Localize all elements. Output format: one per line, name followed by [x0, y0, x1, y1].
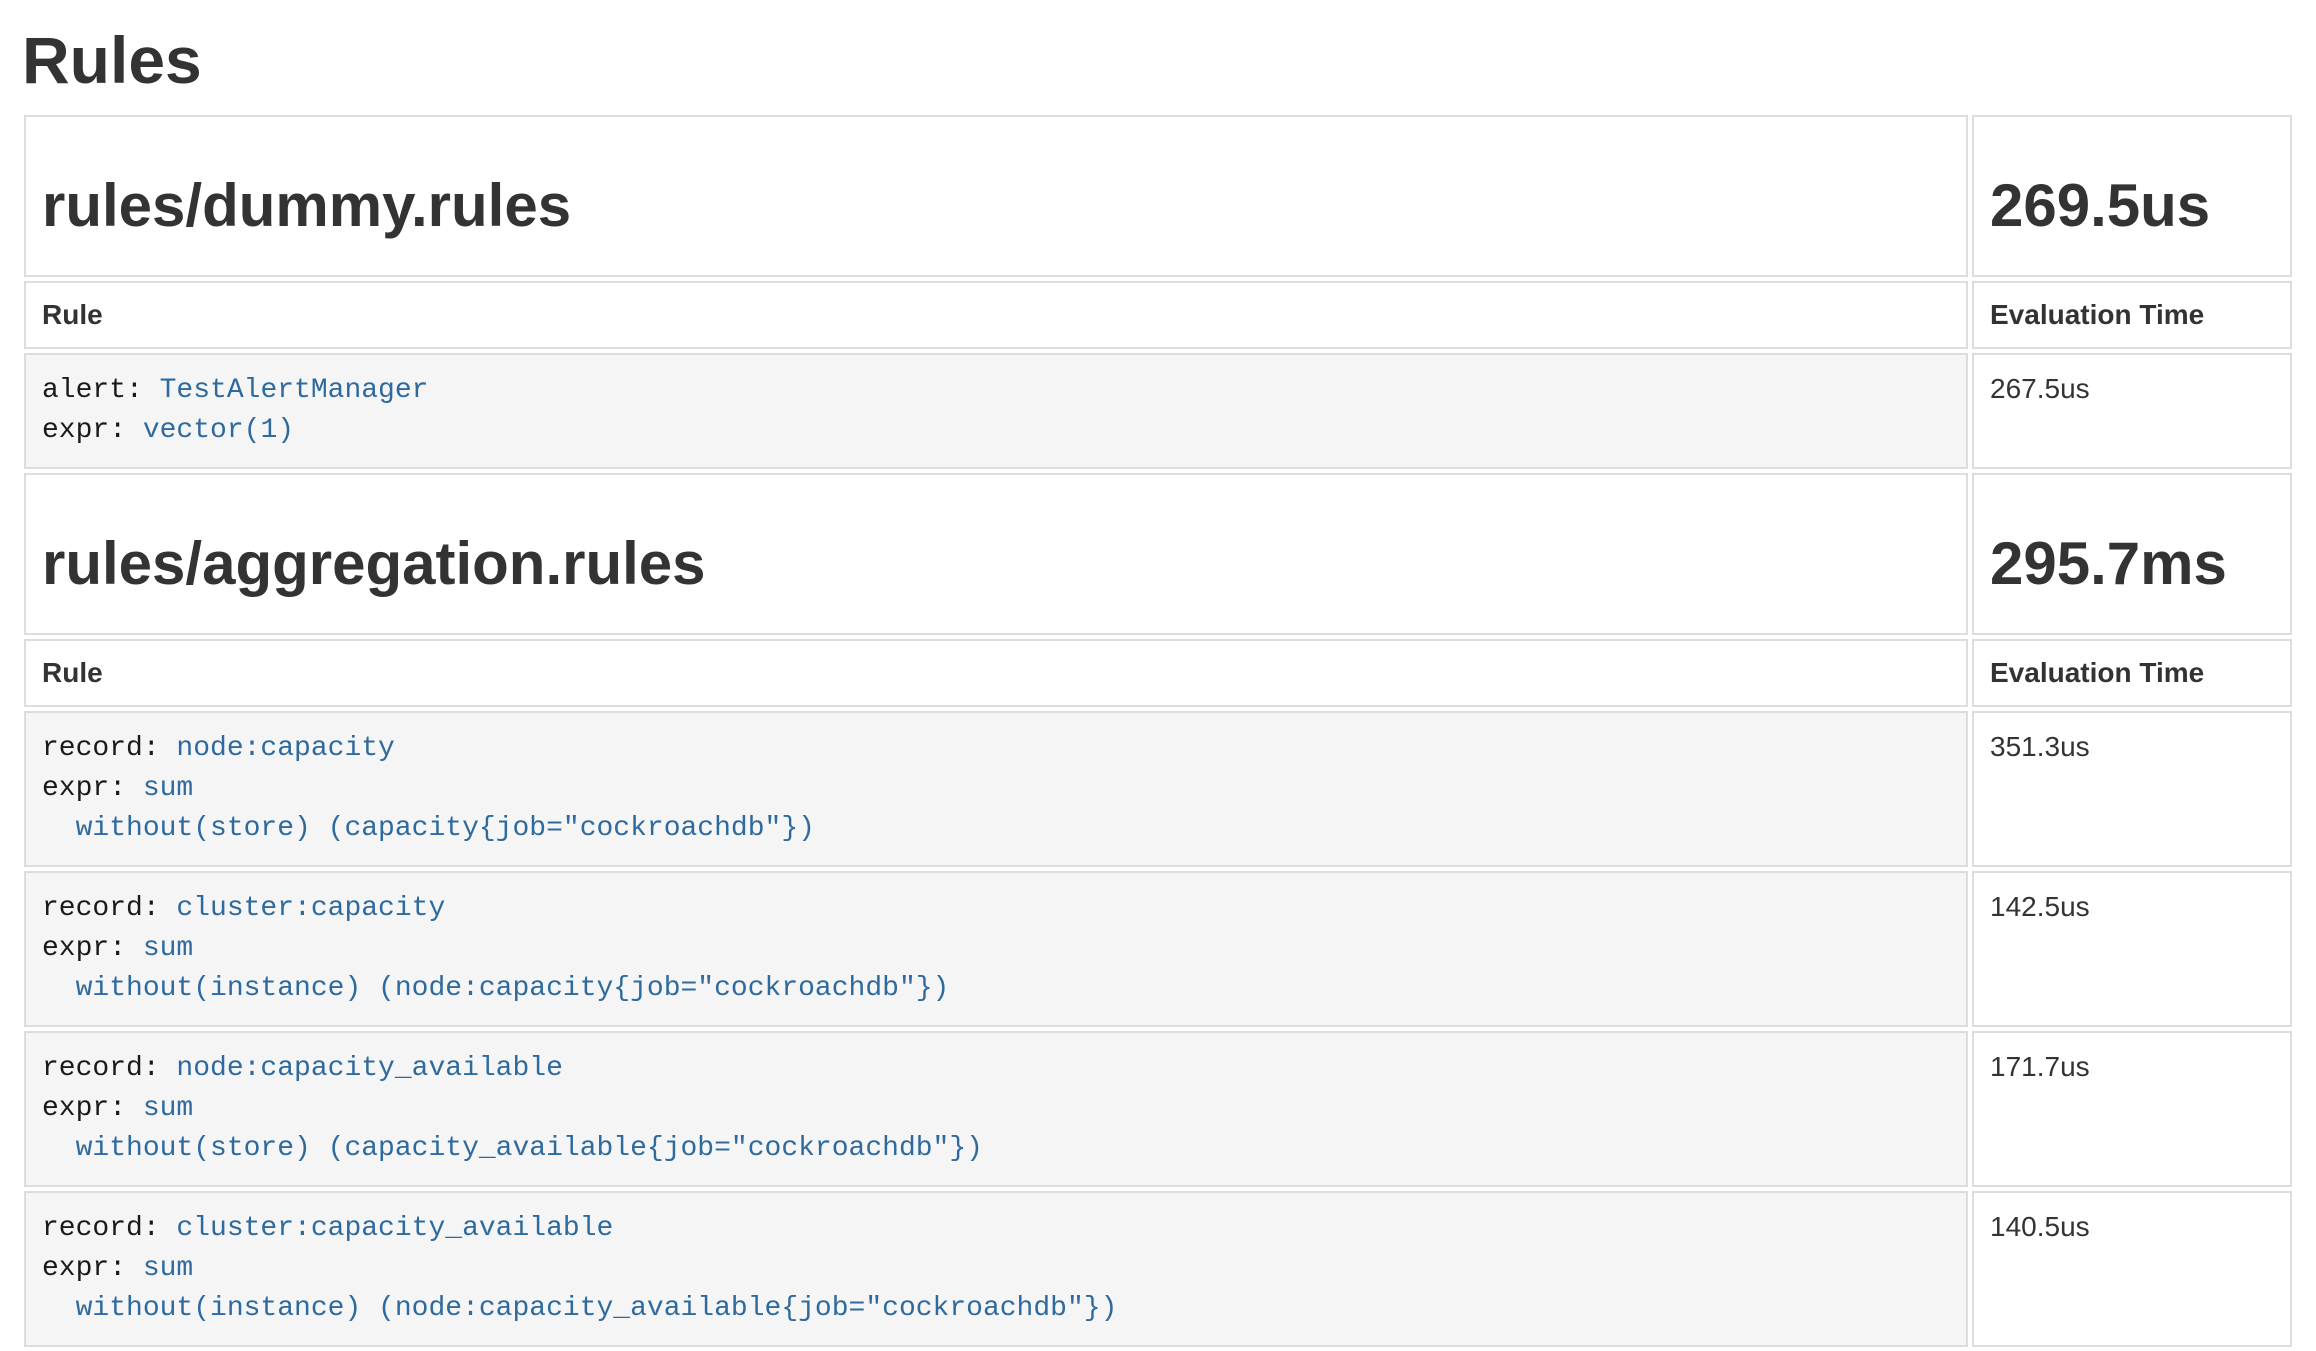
- rule-expression-link[interactable]: cluster:capacity_available: [176, 1213, 613, 1244]
- rule-definition-cell: record: node:capacity_available expr: sum…: [24, 1031, 1968, 1187]
- table-row: record: node:capacity_available expr: sum…: [24, 1031, 2292, 1187]
- rule-keyword: expr:: [42, 1253, 143, 1284]
- rule-expression-link[interactable]: node:capacity_available: [176, 1053, 562, 1084]
- rules-page: Rules rules/dummy.rules 269.5us Rule Eva…: [0, 24, 2316, 1351]
- rule-keyword: expr:: [42, 933, 143, 964]
- group-file-cell: rules/dummy.rules: [24, 115, 1968, 277]
- evaluation-time-cell: 171.7us: [1972, 1031, 2292, 1187]
- rule-expression-link[interactable]: sum: [143, 1093, 193, 1124]
- group-file-name: rules/aggregation.rules: [42, 531, 1950, 597]
- group-evaluation-total: 295.7ms: [1990, 531, 2274, 597]
- page-title: Rules: [22, 24, 2296, 97]
- rule-expression-link[interactable]: without(instance) (node:capacity{job="co…: [42, 973, 949, 1004]
- rule-expression-link[interactable]: without(instance) (node:capacity_availab…: [42, 1293, 1117, 1324]
- rule-expression-link[interactable]: sum: [143, 1253, 193, 1284]
- rules-table-body: rules/dummy.rules 269.5us Rule Evaluatio…: [24, 115, 2292, 1347]
- rule-keyword: record:: [42, 1213, 176, 1244]
- rule-definition-cell: record: cluster:capacity_availableexpr: …: [24, 1191, 1968, 1347]
- evaluation-time-cell: 142.5us: [1972, 871, 2292, 1027]
- group-file-cell: rules/aggregation.rules: [24, 473, 1968, 635]
- group-header-row: rules/dummy.rules 269.5us: [24, 115, 2292, 277]
- rule-keyword: record:: [42, 733, 176, 764]
- rule-expression-link[interactable]: cluster:capacity: [176, 893, 445, 924]
- rule-keyword: expr:: [42, 1093, 143, 1124]
- rule-definition-cell: alert: TestAlertManager expr: vector(1): [24, 353, 1968, 469]
- evaluation-time-cell: 267.5us: [1972, 353, 2292, 469]
- rule-expression-link[interactable]: TestAlertManager: [160, 375, 429, 406]
- table-row: record: cluster:capacity expr: sum withou…: [24, 871, 2292, 1027]
- evaluation-time-column-header: Evaluation Time: [1972, 281, 2292, 349]
- rules-table: rules/dummy.rules 269.5us Rule Evaluatio…: [20, 111, 2296, 1351]
- rule-keyword: alert:: [42, 375, 160, 406]
- rule-definition-cell: record: cluster:capacity expr: sum withou…: [24, 871, 1968, 1027]
- table-row: alert: TestAlertManager expr: vector(1) 2…: [24, 353, 2292, 469]
- column-header-row: Rule Evaluation Time: [24, 639, 2292, 707]
- group-total-cell: 295.7ms: [1972, 473, 2292, 635]
- evaluation-time-cell: 140.5us: [1972, 1191, 2292, 1347]
- rule-expression-link[interactable]: without(store) (capacity_available{job="…: [42, 1133, 983, 1164]
- evaluation-time-column-header: Evaluation Time: [1972, 639, 2292, 707]
- rule-keyword: expr:: [42, 415, 143, 446]
- rule-expression-link[interactable]: sum: [143, 933, 193, 964]
- rule-keyword: expr:: [42, 773, 143, 804]
- rule-column-header: Rule: [24, 639, 1968, 707]
- rule-expression-link[interactable]: without(store) (capacity{job="cockroachd…: [42, 813, 815, 844]
- group-evaluation-total: 269.5us: [1990, 173, 2274, 239]
- evaluation-time-cell: 351.3us: [1972, 711, 2292, 867]
- rule-keyword: record:: [42, 1053, 176, 1084]
- rule-expression-link[interactable]: vector(1): [143, 415, 294, 446]
- rule-expression-link[interactable]: sum: [143, 773, 193, 804]
- rule-definition-cell: record: node:capacity expr: sum without(s…: [24, 711, 1968, 867]
- rule-column-header: Rule: [24, 281, 1968, 349]
- group-file-name: rules/dummy.rules: [42, 173, 1950, 239]
- rule-expression-link[interactable]: node:capacity: [176, 733, 394, 764]
- table-row: record: cluster:capacity_availableexpr: …: [24, 1191, 2292, 1347]
- table-row: record: node:capacity expr: sum without(s…: [24, 711, 2292, 867]
- rule-keyword: record:: [42, 893, 176, 924]
- group-total-cell: 269.5us: [1972, 115, 2292, 277]
- column-header-row: Rule Evaluation Time: [24, 281, 2292, 349]
- group-header-row: rules/aggregation.rules 295.7ms: [24, 473, 2292, 635]
